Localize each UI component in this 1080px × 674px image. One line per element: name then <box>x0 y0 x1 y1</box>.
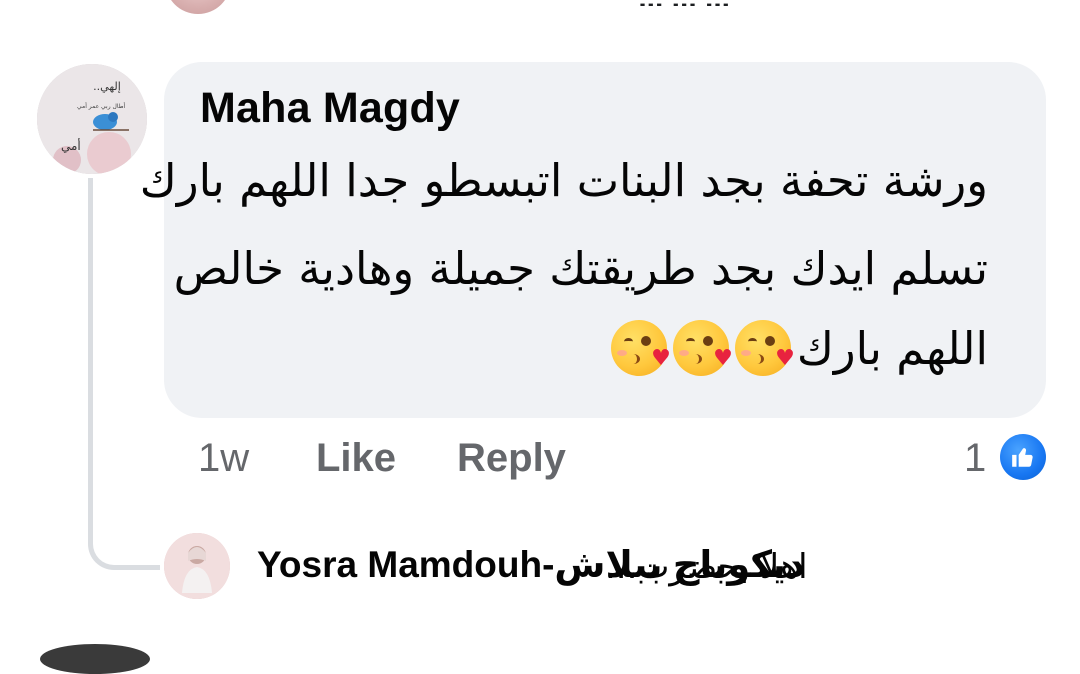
like-reaction-icon[interactable] <box>1000 434 1046 480</box>
reply-text-preview: اهلا بحضرت... <box>605 547 808 587</box>
previous-comment-text: ... ... ... <box>590 0 730 6</box>
comment-author-name[interactable]: Maha Magdy <box>200 84 460 133</box>
thread-connector-line <box>88 178 160 570</box>
reply-preview[interactable]: Yosra Mamdouh-ديكوباج ببلاش اهلا بحضرت..… <box>164 533 1064 601</box>
previous-commenter-avatar[interactable] <box>165 0 231 14</box>
comment-bubble: Maha Magdy ورشة تحفة بجد البنات اتبسطو ج… <box>140 62 1046 418</box>
comment-text-line-1: ورشة تحفة بجد البنات اتبسطو جدا اللهم با… <box>139 154 988 207</box>
kissing-heart-emoji-icon: ♥ <box>734 320 795 376</box>
next-commenter-avatar[interactable] <box>40 644 150 674</box>
comment-timestamp[interactable]: 1w <box>198 436 249 481</box>
comment-text-line-3-text: اللهم بارك <box>796 321 988 375</box>
reply-button[interactable]: Reply <box>457 436 566 481</box>
reply-author-avatar[interactable] <box>164 533 230 599</box>
svg-text:أطال ربي عمر أمي: أطال ربي عمر أمي <box>77 102 125 110</box>
comment-text-line-2: تسلم ايدك بجد طريقتك جميلة وهادية خالص <box>173 242 988 295</box>
kissing-heart-emoji-icon: ♥ <box>672 320 733 376</box>
avatar-image: إلهي.. أطال ربي عمر أمي أمي <box>37 64 147 174</box>
kissing-heart-emoji-icon: ♥ <box>610 320 671 376</box>
reaction-count[interactable]: 1 <box>964 436 986 481</box>
reply-avatar-image <box>164 533 230 599</box>
comment-text-line-3: اللهم بارك ♥ ♥ ♥ <box>610 320 988 376</box>
svg-text:أمي: أمي <box>61 138 81 153</box>
commenter-avatar[interactable]: إلهي.. أطال ربي عمر أمي أمي <box>37 64 147 174</box>
like-button[interactable]: Like <box>316 436 396 481</box>
svg-text:إلهي..: إلهي.. <box>93 80 121 93</box>
